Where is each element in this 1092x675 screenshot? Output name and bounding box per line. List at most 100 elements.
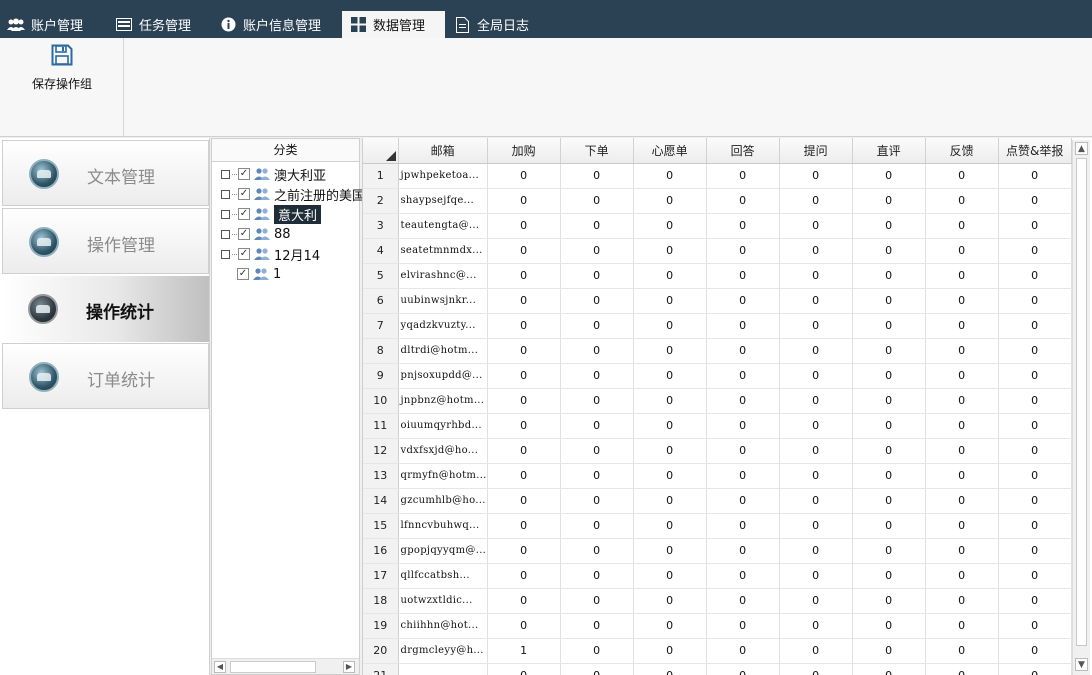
count-cell[interactable]: 0 xyxy=(925,363,999,389)
count-cell[interactable]: 0 xyxy=(925,513,999,539)
count-cell[interactable]: 0 xyxy=(998,288,1072,314)
tree-item-checkbox[interactable]: ✓ xyxy=(238,208,250,220)
count-cell[interactable]: 0 xyxy=(633,338,707,364)
count-cell[interactable]: 0 xyxy=(633,438,707,464)
count-cell[interactable]: 0 xyxy=(852,613,926,639)
email-cell[interactable]: drgmcleyy@h... xyxy=(398,638,488,664)
count-cell[interactable]: 0 xyxy=(560,638,634,664)
column-header[interactable]: 下单 xyxy=(560,138,634,164)
count-cell[interactable]: 0 xyxy=(779,188,853,214)
count-cell[interactable]: 0 xyxy=(633,563,707,589)
scroll-right-icon[interactable]: ▶ xyxy=(343,661,355,673)
count-cell[interactable]: 0 xyxy=(487,163,561,189)
table-row[interactable]: 20 drgmcleyy@h... 1 0 0 0 0 0 0 0 xyxy=(363,638,1072,664)
count-cell[interactable]: 0 xyxy=(487,238,561,264)
nav-item-operation-management[interactable]: 操作管理 xyxy=(2,208,209,274)
table-row[interactable]: 10 jnpbnz@hotm... 0 0 0 0 0 0 0 0 xyxy=(363,388,1072,414)
tree-horizontal-scrollbar[interactable]: ◀ ▶ xyxy=(212,658,359,674)
count-cell[interactable]: 0 xyxy=(487,263,561,289)
table-row[interactable]: 11 oiuumqyrhbd... 0 0 0 0 0 0 0 0 xyxy=(363,413,1072,439)
count-cell[interactable]: 0 xyxy=(487,563,561,589)
count-cell[interactable]: 0 xyxy=(706,238,780,264)
count-cell[interactable]: 0 xyxy=(706,213,780,239)
count-cell[interactable]: 0 xyxy=(633,263,707,289)
count-cell[interactable]: 0 xyxy=(560,463,634,489)
count-cell[interactable]: 0 xyxy=(560,488,634,514)
column-header[interactable]: 提问 xyxy=(779,138,853,164)
email-cell[interactable]: uubinwsjnkr... xyxy=(398,288,488,314)
count-cell[interactable]: 0 xyxy=(925,538,999,564)
count-cell[interactable]: 0 xyxy=(852,213,926,239)
count-cell[interactable]: 0 xyxy=(779,313,853,339)
count-cell[interactable]: 0 xyxy=(706,563,780,589)
count-cell[interactable]: 0 xyxy=(779,613,853,639)
count-cell[interactable]: 0 xyxy=(487,288,561,314)
count-cell[interactable]: 0 xyxy=(779,588,853,614)
grid-select-all-corner[interactable] xyxy=(363,138,399,164)
count-cell[interactable]: 0 xyxy=(633,513,707,539)
table-row[interactable]: 19 chiihhn@hot... 0 0 0 0 0 0 0 0 xyxy=(363,613,1072,639)
count-cell[interactable]: 0 xyxy=(779,413,853,439)
count-cell[interactable]: 0 xyxy=(487,438,561,464)
count-cell[interactable]: 0 xyxy=(852,563,926,589)
count-cell[interactable]: 0 xyxy=(560,213,634,239)
count-cell[interactable]: 0 xyxy=(925,263,999,289)
count-cell[interactable]: 0 xyxy=(633,588,707,614)
table-row[interactable]: 15 lfnncvbuhwq... 0 0 0 0 0 0 0 0 xyxy=(363,513,1072,539)
count-cell[interactable]: 0 xyxy=(779,238,853,264)
count-cell[interactable]: 0 xyxy=(487,188,561,214)
count-cell[interactable]: 0 xyxy=(925,163,999,189)
nav-item-text-management[interactable]: 文本管理 xyxy=(2,140,209,206)
count-cell[interactable]: 0 xyxy=(925,663,999,675)
count-cell[interactable]: 0 xyxy=(998,613,1072,639)
table-row[interactable]: 2100000000 xyxy=(363,663,1072,675)
count-cell[interactable]: 0 xyxy=(487,588,561,614)
tab-data-management[interactable]: 数据管理 xyxy=(342,11,445,38)
count-cell[interactable]: 0 xyxy=(925,188,999,214)
count-cell[interactable]: 0 xyxy=(487,613,561,639)
email-cell[interactable]: pnjsoxupdd@... xyxy=(398,363,488,389)
count-cell[interactable]: 0 xyxy=(779,288,853,314)
count-cell[interactable]: 0 xyxy=(852,163,926,189)
count-cell[interactable]: 0 xyxy=(633,463,707,489)
count-cell[interactable]: 0 xyxy=(706,638,780,664)
count-cell[interactable]: 0 xyxy=(633,613,707,639)
count-cell[interactable]: 0 xyxy=(925,613,999,639)
table-row[interactable]: 18 uotwzxtldic... 0 0 0 0 0 0 0 0 xyxy=(363,588,1072,614)
count-cell[interactable]: 0 xyxy=(925,563,999,589)
count-cell[interactable]: 0 xyxy=(998,338,1072,364)
count-cell[interactable]: 0 xyxy=(852,663,926,675)
count-cell[interactable]: 0 xyxy=(852,263,926,289)
count-cell[interactable]: 0 xyxy=(852,238,926,264)
count-cell[interactable]: 0 xyxy=(633,238,707,264)
count-cell[interactable]: 0 xyxy=(925,238,999,264)
grid-vertical-scrollbar[interactable]: ▲ ▼ xyxy=(1072,140,1090,675)
count-cell[interactable]: 0 xyxy=(925,588,999,614)
count-cell[interactable]: 0 xyxy=(925,638,999,664)
count-cell[interactable]: 0 xyxy=(706,413,780,439)
tree-item-checkbox[interactable]: ✓ xyxy=(238,228,250,240)
count-cell[interactable]: 0 xyxy=(998,188,1072,214)
tab-account-info-management[interactable]: 账户信息管理 xyxy=(219,11,321,38)
count-cell[interactable]: 0 xyxy=(998,388,1072,414)
email-cell[interactable]: uotwzxtldic... xyxy=(398,588,488,614)
count-cell[interactable]: 0 xyxy=(633,538,707,564)
tree-item[interactable]: ✓ 澳大利亚 xyxy=(221,164,326,184)
count-cell[interactable]: 0 xyxy=(706,188,780,214)
count-cell[interactable]: 0 xyxy=(560,663,634,675)
count-cell[interactable]: 0 xyxy=(925,488,999,514)
tree-item[interactable]: ✓ 意大利 xyxy=(221,204,322,224)
email-cell[interactable]: gpopjqyyqm@... xyxy=(398,538,488,564)
count-cell[interactable]: 0 xyxy=(779,363,853,389)
count-cell[interactable]: 0 xyxy=(633,663,707,675)
count-cell[interactable]: 0 xyxy=(560,313,634,339)
count-cell[interactable]: 0 xyxy=(925,313,999,339)
count-cell[interactable]: 0 xyxy=(487,313,561,339)
count-cell[interactable]: 0 xyxy=(852,638,926,664)
count-cell[interactable]: 0 xyxy=(560,338,634,364)
count-cell[interactable]: 0 xyxy=(487,513,561,539)
count-cell[interactable]: 0 xyxy=(560,613,634,639)
save-operation-group-button[interactable]: 保存操作组 xyxy=(24,44,100,100)
count-cell[interactable]: 0 xyxy=(633,213,707,239)
count-cell[interactable]: 0 xyxy=(560,363,634,389)
